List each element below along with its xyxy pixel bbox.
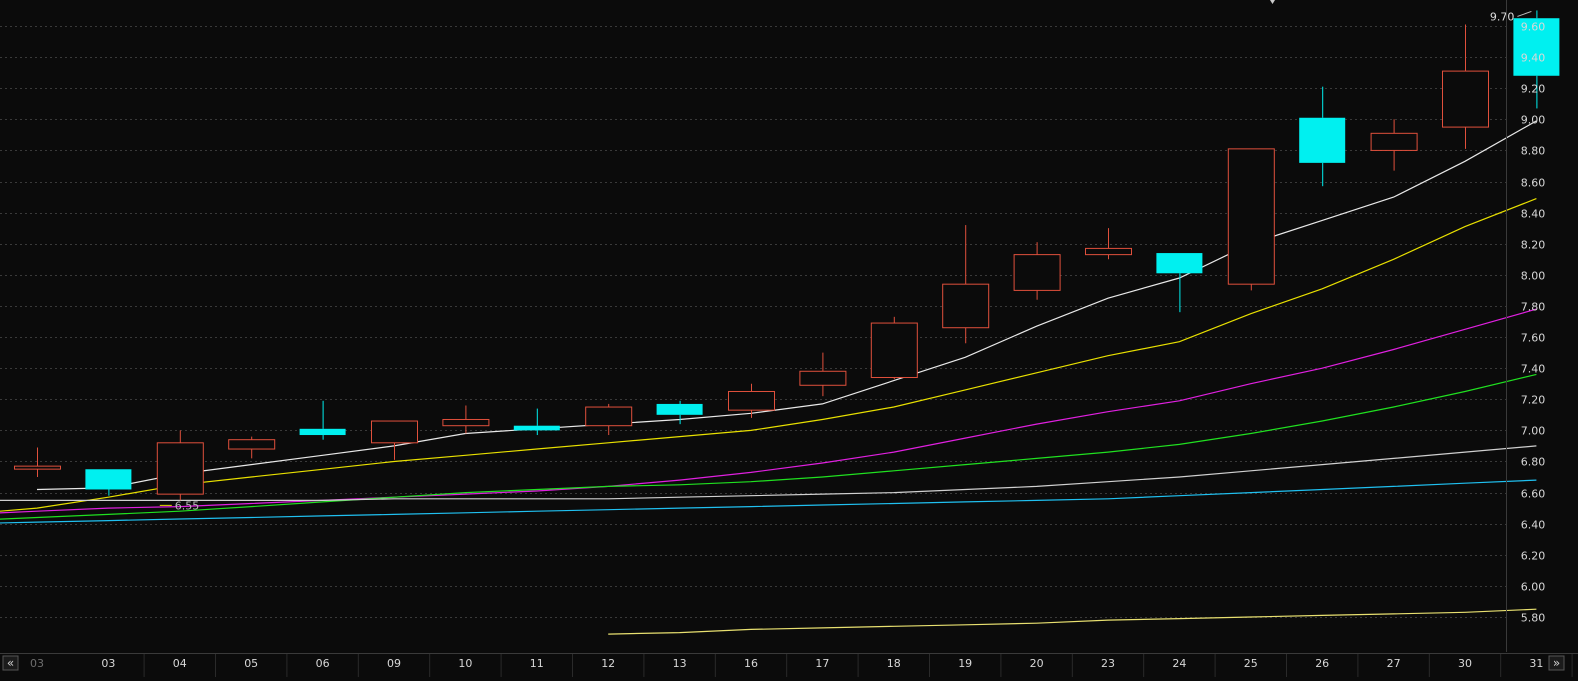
candle-body [1013,254,1061,291]
x-tick-label: 26 [1315,657,1329,670]
x-tick-label: 27 [1387,657,1401,670]
y-tick-label: 9.00 [1521,114,1546,127]
y-tick-label: 7.60 [1521,332,1546,345]
y-tick-label: 8.80 [1521,145,1546,158]
candle-body [1370,132,1418,151]
y-tick-label: 6.40 [1521,519,1546,532]
chart-background [0,0,1578,677]
candle-body [85,469,132,490]
x-tick-label: 03 [101,657,115,670]
x-tick-label: 23 [1101,657,1115,670]
x-tick-label: 09 [387,657,401,670]
y-tick-label: 7.20 [1521,394,1546,407]
scroll-right-button[interactable]: » [1548,655,1565,671]
candlestick-chart[interactable]: 6.55 9.70 5.80 6.00 6.20 6.40 6.60 6.80 7.00 7.2… [0,0,1578,677]
x-tick-label: 06 [316,657,330,670]
x-tick-label: 17 [815,657,829,670]
x-tick-label: 31 [1529,657,1543,670]
candle-body [942,283,990,329]
y-tick-label: 7.40 [1521,363,1546,376]
candle-body [371,420,418,444]
low-price-label: 6.55 [175,499,200,512]
candle-body [156,442,204,495]
x-tick-label: 03 [30,657,44,670]
candle [1227,148,1275,291]
candle-body [442,418,490,427]
x-tick-label: 24 [1172,657,1186,670]
y-tick-label: 9.40 [1521,52,1546,65]
candle-body [228,439,276,450]
candle-body [1085,247,1132,256]
x-tick-label: 18 [887,657,901,670]
time-axis: 03 03 04 05 06 09 10 11 12 13 16 17 18 19 20 23 24 25 26 27… [0,653,1578,677]
candle-body [585,406,633,427]
y-tick-label: 8.60 [1521,177,1546,190]
x-tick-label: 12 [601,657,615,670]
candle-body [299,428,346,436]
x-tick-label: 30 [1458,657,1472,670]
y-tick-label: 6.00 [1521,581,1546,594]
double-chevron-left-icon: « [7,656,14,670]
y-tick-label: 8.20 [1521,239,1546,252]
y-tick-label: 8.40 [1521,208,1546,221]
candle-body [799,370,847,386]
y-tick-label: 5.80 [1521,612,1546,625]
x-tick-label: 04 [173,657,187,670]
candle-body [513,425,560,431]
x-tick-label: 20 [1030,657,1044,670]
candle-body [1299,117,1346,163]
y-tick-label: 8.00 [1521,270,1546,283]
y-tick-label: 9.60 [1521,21,1546,34]
y-tick-label: 6.80 [1521,456,1546,469]
candle [870,316,918,380]
y-tick-label: 7.00 [1521,425,1546,438]
y-tick-label: 6.60 [1521,488,1546,501]
high-price-label: 9.70 [1490,10,1515,23]
x-tick-label: 05 [244,657,258,670]
x-tick-label: 11 [530,657,544,670]
candle-body [870,322,918,378]
x-tick-label: 16 [744,657,758,670]
x-tick-label: 25 [1244,657,1258,670]
candle-body [1227,148,1275,285]
candle-body [1156,253,1203,274]
chart-canvas: 6.55 9.70 5.80 6.00 6.20 6.40 6.60 6.80 7.00 7.2… [0,0,1578,677]
y-tick-label: 9.20 [1521,83,1546,96]
y-tick-label: 7.80 [1521,301,1546,314]
x-tick-label: 13 [673,657,687,670]
candle-body [14,465,61,470]
y-tick-label: 6.20 [1521,550,1546,563]
candle-body [728,390,775,411]
candle-body [1442,70,1489,128]
x-tick-label: 19 [958,657,972,670]
x-tick-label: 10 [458,657,472,670]
candle-body [656,403,703,415]
double-chevron-right-icon: » [1553,656,1560,670]
scroll-left-button[interactable]: « [2,655,19,671]
